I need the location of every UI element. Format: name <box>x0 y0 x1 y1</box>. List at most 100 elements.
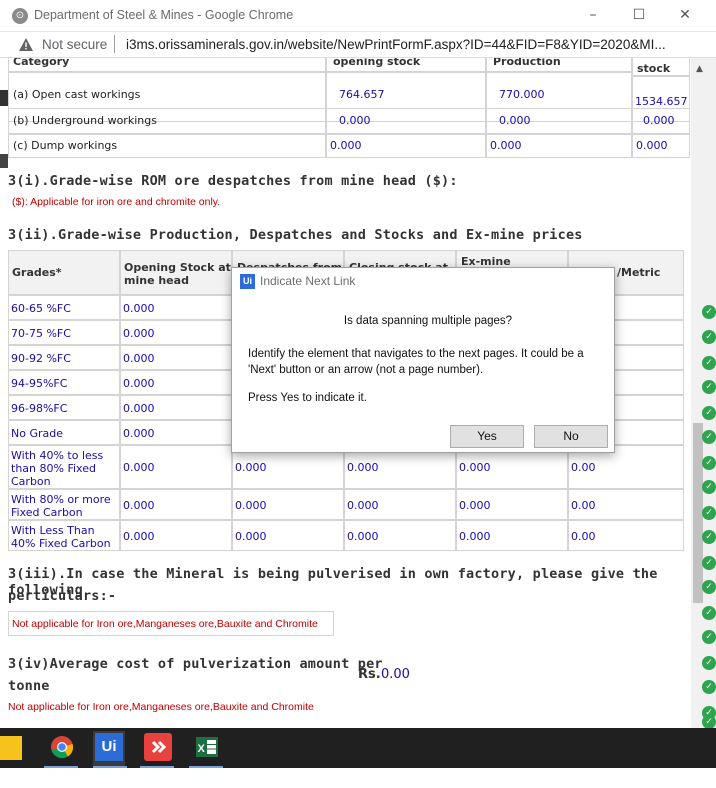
table-cell: 0.000 <box>326 134 486 158</box>
excel-icon[interactable]: X <box>193 733 221 761</box>
cell-value: 0.000 <box>490 139 522 152</box>
cell-value: 0.000 <box>459 530 491 543</box>
maximize-button[interactable]: ☐ <box>624 4 654 26</box>
row-label: (a) Open cast workings <box>13 88 141 101</box>
background-window-fragment <box>0 90 8 106</box>
cell-value: 0.000 <box>459 499 491 512</box>
cell-value: 0.000 <box>499 114 531 127</box>
cell-value: 0.000 <box>347 461 379 474</box>
table-row: 94-95%FC <box>8 370 120 395</box>
cell-value: 0.000 <box>235 499 267 512</box>
table1-header-text: Production <box>493 58 561 68</box>
check-icon: ✓ <box>702 430 716 444</box>
cell-value: 0.000 <box>123 302 155 315</box>
table-row: With Less Than 40% Fixed Carbon <box>8 520 120 551</box>
table-cell: 0.000 <box>344 489 456 520</box>
table-row: (c) Dump workings <box>8 134 326 158</box>
table-cell: 0.000 <box>120 395 232 420</box>
cell-value: 0.000 <box>330 139 362 152</box>
section-3iv-title-cont: tonne <box>8 678 50 694</box>
header-grades: Grades* <box>12 266 62 279</box>
table-row: With 40% to less than 80% Fixed Carbon <box>8 445 120 489</box>
grade-label: 60-65 %FC <box>11 302 71 315</box>
table-cell: 0.000 <box>632 108 690 134</box>
cell-value: 0.000 <box>347 499 379 512</box>
table-cell: 0.000 <box>232 520 344 551</box>
close-button[interactable]: ✕ <box>670 4 700 26</box>
cell-value: 1534.657 <box>635 95 688 108</box>
cell-value: 0.000 <box>123 352 155 365</box>
table1-header-category: Category <box>8 58 326 72</box>
section-3iv-note: Not applicable for Iron ore,Manganeses o… <box>8 701 314 713</box>
cell-value: 770.000 <box>499 88 545 101</box>
table1-header-stock: stock <box>632 58 690 76</box>
check-icon: ✓ <box>702 406 716 420</box>
check-icon: ✓ <box>702 456 716 470</box>
section-3ii-title: 3(ii).Grade-wise Production, Despatches … <box>8 227 583 243</box>
grade-label: With 40% to less than 80% Fixed Carbon <box>11 449 104 488</box>
cell-value: 0.00 <box>571 461 596 474</box>
grade-label: 70-75 %FC <box>11 327 71 340</box>
cell-value: 0.000 <box>123 499 155 512</box>
table1-header-production: Production <box>486 58 632 72</box>
grade-table-header: Grades* <box>8 250 120 295</box>
table-row: 60-65 %FC <box>8 295 120 320</box>
cell-value: 0.000 <box>459 461 491 474</box>
scroll-up-arrow-icon[interactable]: ▲ <box>696 64 703 74</box>
dialog-body: Identify the element that navigates to t… <box>248 348 584 376</box>
cell-value: 0.000 <box>123 427 155 440</box>
check-icon: ✓ <box>702 580 716 594</box>
check-icon: ✓ <box>702 305 716 319</box>
window-title: Department of Steel & Mines - Google Chr… <box>34 8 294 22</box>
rs-value: 0.00 <box>381 667 410 682</box>
cell-value: 0.000 <box>123 402 155 415</box>
section-3iv-title: 3(iv)Average cost of pulverization amoun… <box>8 656 383 672</box>
table-row: (b) Underground workings <box>8 108 326 134</box>
minimize-button[interactable]: – <box>578 4 608 26</box>
section-3i-title: 3(i).Grade-wise ROM ore despatches from … <box>8 173 458 189</box>
cell-value: 0.000 <box>235 461 267 474</box>
cell-value: 0.000 <box>339 114 371 127</box>
table-cell: 0.000 <box>120 370 232 395</box>
no-button[interactable]: No <box>534 425 608 448</box>
cell-value: 0.000 <box>636 139 668 152</box>
check-icon: ✓ <box>702 480 716 494</box>
url-divider <box>114 35 115 53</box>
table-cell: 0.000 <box>486 108 632 134</box>
row-label: (c) Dump workings <box>13 139 118 152</box>
rs-label: Rs. <box>358 667 381 682</box>
sticky-notes-icon[interactable] <box>0 736 22 760</box>
yes-button[interactable]: Yes <box>450 425 524 448</box>
cell-value: 0.000 <box>347 530 379 543</box>
uipath-icon[interactable]: Ui <box>95 733 123 761</box>
chrome-icon[interactable] <box>48 733 76 761</box>
section-3iii-title-cont: perticulars:- <box>8 588 117 604</box>
security-status[interactable]: Not secure <box>42 37 107 52</box>
table-row: No Grade <box>8 420 120 445</box>
table-cell: 0.000 <box>120 445 232 489</box>
cell-value: 0.000 <box>123 327 155 340</box>
section-3iii-note-box: Not applicable for Iron ore,Manganeses o… <box>8 611 334 636</box>
git-icon[interactable] <box>144 733 172 761</box>
table1-header-text: Category <box>13 58 70 68</box>
table-cell: 0.000 <box>232 489 344 520</box>
warning-icon[interactable] <box>18 37 34 53</box>
cell-value: 0.00 <box>571 530 596 543</box>
header-opening-stock: Opening Stock at mine head <box>124 261 231 287</box>
header-metric: /Metric <box>617 266 661 279</box>
cell-value: 0.000 <box>643 114 675 127</box>
check-icon: ✓ <box>702 506 716 520</box>
check-icon: ✓ <box>702 630 716 644</box>
grade-label: No Grade <box>11 427 63 440</box>
table-cell: 0.000 <box>632 134 690 158</box>
cell-value: 0.00 <box>571 499 596 512</box>
table-cell: 0.000 <box>120 295 232 320</box>
cell-value: 0.000 <box>123 461 155 474</box>
url-text[interactable]: i3ms.orissaminerals.gov.in/website/NewPr… <box>126 37 666 52</box>
dialog-title: Indicate Next Link <box>260 274 356 288</box>
table-cell: 0.00 <box>568 489 684 520</box>
table-cell: 0.000 <box>486 134 632 158</box>
uipath-icon: Ui <box>240 274 255 289</box>
grade-table-header: Opening Stock at mine head <box>120 250 232 295</box>
cell-value: 0.000 <box>235 530 267 543</box>
